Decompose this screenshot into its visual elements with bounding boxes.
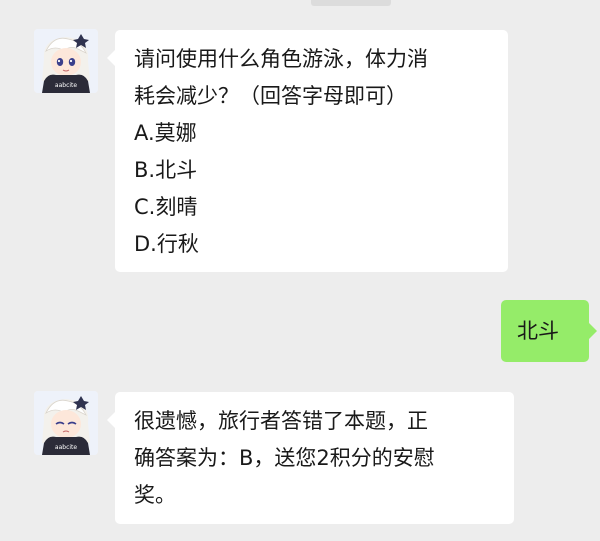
- avatar-caption: aabcite: [48, 444, 84, 452]
- bot-avatar-icon[interactable]: aabcite: [34, 29, 98, 93]
- answer-option-a: A.莫娜: [134, 121, 197, 145]
- message-bubble-result[interactable]: 很遗憾，旅行者答错了本题，正 确答案为：B，送您2积分的安慰 奖。: [107, 392, 514, 524]
- avatar-caption: aabcite: [48, 82, 84, 90]
- answer-option-d: D.行秋: [134, 232, 199, 256]
- message-text-line: 很遗憾，旅行者答错了本题，正: [134, 409, 428, 433]
- bot-avatar-icon[interactable]: aabcite: [34, 391, 98, 455]
- message-bubble-user-reply[interactable]: 北斗: [501, 300, 597, 362]
- message-text-line: 请问使用什么角色游泳，体力消: [134, 47, 428, 71]
- answer-option-c: C.刻晴: [134, 195, 198, 219]
- message-text-line: 奖。: [134, 483, 176, 507]
- message-text-line: 确答案为：B，送您2积分的安慰: [134, 446, 435, 470]
- message-bubble-question[interactable]: 请问使用什么角色游泳，体力消 耗会减少？（回答字母即可） A.莫娜 B.北斗 C…: [107, 30, 508, 272]
- message-text: 北斗: [517, 319, 559, 343]
- message-text-line: 耗会减少？（回答字母即可）: [134, 84, 407, 108]
- previous-message-edge: [311, 0, 391, 6]
- answer-option-b: B.北斗: [134, 158, 198, 182]
